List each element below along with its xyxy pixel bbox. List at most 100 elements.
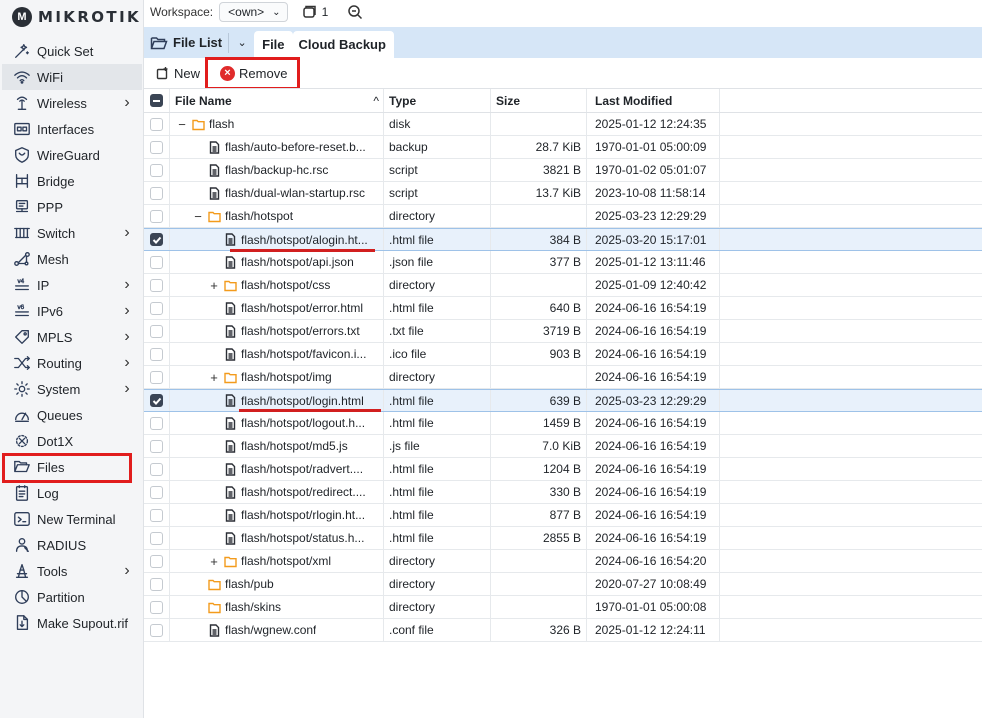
row-checkbox[interactable]	[144, 412, 170, 434]
windows-icon[interactable]	[300, 3, 318, 21]
table-row[interactable]: flash/auto-before-reset.b... backup 28.7 K…	[144, 136, 982, 159]
sidebar-item-wireguard[interactable]: WireGuard	[2, 142, 142, 168]
file-name-cell[interactable]: flash/pub	[170, 573, 384, 595]
sidebar-item-system[interactable]: System ›	[2, 376, 142, 402]
row-checkbox[interactable]	[144, 458, 170, 480]
search-icon[interactable]	[346, 3, 364, 21]
row-checkbox[interactable]	[144, 113, 170, 135]
file-name-cell[interactable]: flash/hotspot/api.json	[170, 251, 384, 273]
file-name-cell[interactable]: flash/dual-wlan-startup.rsc	[170, 182, 384, 204]
sidebar-item-log[interactable]: Log	[2, 480, 142, 506]
sidebar-item-radius[interactable]: RADIUS	[2, 532, 142, 558]
expand-icon[interactable]: +	[208, 278, 220, 293]
row-checkbox[interactable]	[144, 343, 170, 365]
file-name-cell[interactable]: flash/hotspot/rlogin.ht...	[170, 504, 384, 526]
table-row[interactable]: flash/wgnew.conf .conf file 326 B 2025-01-1…	[144, 619, 982, 642]
column-header-file-name[interactable]: File Name ^	[170, 89, 384, 112]
file-name-cell[interactable]: − flash/hotspot	[170, 205, 384, 227]
file-name-cell[interactable]: flash/wgnew.conf	[170, 619, 384, 641]
table-row[interactable]: flash/skins directory 1970-01-01 05:00:08	[144, 596, 982, 619]
table-row[interactable]: − flash/hotspot directory 2025-03-23 12:29:…	[144, 205, 982, 228]
sidebar-item-interfaces[interactable]: Interfaces	[2, 116, 142, 142]
row-checkbox[interactable]	[144, 619, 170, 641]
file-name-cell[interactable]: flash/hotspot/redirect....	[170, 481, 384, 503]
table-row[interactable]: flash/hotspot/favicon.i... .ico file 903 B…	[144, 343, 982, 366]
file-name-cell[interactable]: flash/hotspot/logout.h...	[170, 412, 384, 434]
row-checkbox[interactable]	[144, 550, 170, 572]
file-list-title[interactable]: File List	[150, 35, 222, 51]
sidebar-item-ppp[interactable]: PPP	[2, 194, 142, 220]
workspace-select[interactable]: <own> ⌄	[219, 2, 288, 22]
tab-dropdown-chevron-icon[interactable]: ⌄	[233, 31, 251, 55]
row-checkbox[interactable]	[144, 136, 170, 158]
sidebar-item-partition[interactable]: Partition	[2, 584, 142, 610]
file-name-cell[interactable]: flash/hotspot/status.h...	[170, 527, 384, 549]
row-checkbox[interactable]	[144, 297, 170, 319]
sidebar-item-new-terminal[interactable]: New Terminal	[2, 506, 142, 532]
row-checkbox[interactable]	[144, 229, 170, 250]
tab-file[interactable]: File	[254, 31, 293, 58]
row-checkbox[interactable]	[144, 596, 170, 618]
file-name-cell[interactable]: flash/hotspot/favicon.i...	[170, 343, 384, 365]
expand-icon[interactable]: +	[208, 370, 220, 385]
sidebar-item-wifi[interactable]: WiFi	[2, 64, 142, 90]
file-name-cell[interactable]: flash/backup-hc.rsc	[170, 159, 384, 181]
sidebar-item-routing[interactable]: Routing ›	[2, 350, 142, 376]
row-checkbox[interactable]	[144, 366, 170, 388]
table-row[interactable]: + flash/hotspot/css directory 2025-01-09 12…	[144, 274, 982, 297]
column-header-type[interactable]: Type	[384, 89, 491, 112]
table-row[interactable]: flash/hotspot/errors.txt .txt file 3719 B2…	[144, 320, 982, 343]
sidebar-item-queues[interactable]: Queues	[2, 402, 142, 428]
column-header-size[interactable]: Size	[491, 89, 587, 112]
file-name-cell[interactable]: + flash/hotspot/img	[170, 366, 384, 388]
table-row[interactable]: flash/dual-wlan-startup.rsc script 13.7 Ki…	[144, 182, 982, 205]
sidebar-item-quick-set[interactable]: Quick Set	[2, 38, 142, 64]
file-name-cell[interactable]: flash/skins	[170, 596, 384, 618]
file-name-cell[interactable]: − flash	[170, 113, 384, 135]
sidebar-item-files[interactable]: Files	[2, 454, 142, 480]
row-checkbox[interactable]	[144, 527, 170, 549]
column-header-last-modified[interactable]: Last Modified	[587, 89, 720, 112]
sidebar-item-ip[interactable]: v4 IP ›	[2, 272, 142, 298]
expand-icon[interactable]: +	[208, 554, 220, 569]
row-checkbox[interactable]	[144, 320, 170, 342]
table-row[interactable]: + flash/hotspot/img directory 2024-06-16 16…	[144, 366, 982, 389]
select-all-checkbox[interactable]	[144, 89, 170, 112]
file-name-cell[interactable]: + flash/hotspot/xml	[170, 550, 384, 572]
table-row[interactable]: flash/hotspot/logout.h... .html file 1459 …	[144, 412, 982, 435]
file-name-cell[interactable]: flash/auto-before-reset.b...	[170, 136, 384, 158]
table-row[interactable]: − flash disk 2025-01-12 12:24:35	[144, 113, 982, 136]
row-checkbox[interactable]	[144, 251, 170, 273]
collapse-icon[interactable]: −	[192, 209, 204, 224]
row-checkbox[interactable]	[144, 205, 170, 227]
file-name-cell[interactable]: flash/hotspot/alogin.ht...	[170, 229, 384, 250]
file-name-cell[interactable]: flash/hotspot/error.html	[170, 297, 384, 319]
sidebar-item-make-supout-rif[interactable]: Make Supout.rif	[2, 610, 142, 636]
file-name-cell[interactable]: flash/hotspot/login.html	[170, 390, 384, 411]
table-row[interactable]: flash/hotspot/status.h... .html file 2855 …	[144, 527, 982, 550]
row-checkbox[interactable]	[144, 481, 170, 503]
table-row[interactable]: flash/hotspot/md5.js .js file 7.0 KiB 2024-…	[144, 435, 982, 458]
table-row[interactable]: flash/backup-hc.rsc script 3821 B 1970-01-0…	[144, 159, 982, 182]
file-name-cell[interactable]: flash/hotspot/errors.txt	[170, 320, 384, 342]
row-checkbox[interactable]	[144, 504, 170, 526]
tab-cloud-backup[interactable]: Cloud Backup	[292, 31, 394, 58]
sidebar-item-ipv6[interactable]: v6 IPv6 ›	[2, 298, 142, 324]
sidebar-item-mesh[interactable]: Mesh	[2, 246, 142, 272]
table-row[interactable]: flash/hotspot/radvert.... .html file 1204 …	[144, 458, 982, 481]
new-button[interactable]: New	[150, 62, 206, 84]
file-name-cell[interactable]: flash/hotspot/radvert....	[170, 458, 384, 480]
sidebar-item-mpls[interactable]: MPLS ›	[2, 324, 142, 350]
collapse-icon[interactable]: −	[176, 117, 188, 132]
sidebar-item-switch[interactable]: Switch ›	[2, 220, 142, 246]
row-checkbox[interactable]	[144, 274, 170, 296]
sidebar-item-bridge[interactable]: Bridge	[2, 168, 142, 194]
row-checkbox[interactable]	[144, 159, 170, 181]
sidebar-item-tools[interactable]: Tools ›	[2, 558, 142, 584]
table-row[interactable]: flash/hotspot/error.html .html file 640 B2…	[144, 297, 982, 320]
row-checkbox[interactable]	[144, 390, 170, 411]
row-checkbox[interactable]	[144, 435, 170, 457]
table-row[interactable]: flash/hotspot/api.json .json file 377 B 202…	[144, 251, 982, 274]
table-row[interactable]: flash/pub directory 2020-07-27 10:08:49	[144, 573, 982, 596]
row-checkbox[interactable]	[144, 573, 170, 595]
